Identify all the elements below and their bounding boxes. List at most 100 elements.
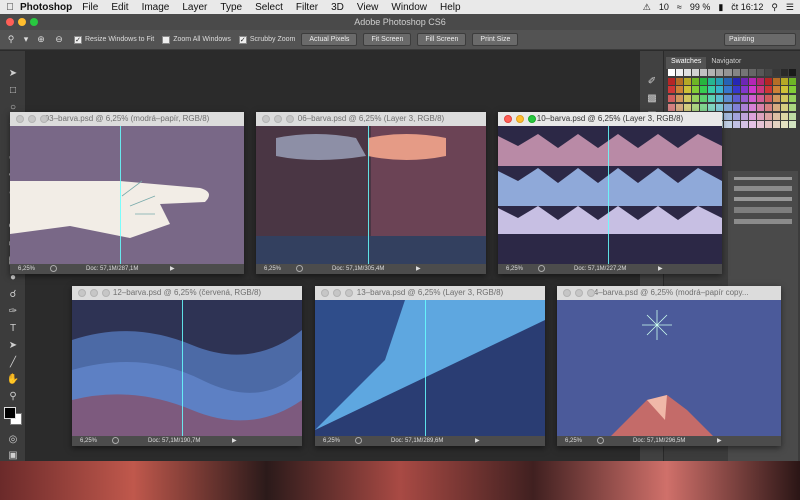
swatch[interactable] xyxy=(772,86,780,94)
status-menu-arrow-icon[interactable]: ▶ xyxy=(475,436,480,446)
document-canvas[interactable] xyxy=(72,300,302,436)
maximize-icon[interactable] xyxy=(286,115,294,123)
minimize-icon[interactable] xyxy=(90,289,98,297)
swatch[interactable] xyxy=(724,86,732,94)
menu-select[interactable]: Select xyxy=(255,2,283,13)
swatch[interactable] xyxy=(676,69,684,76)
quick-mask-icon[interactable]: ◎ xyxy=(0,431,26,448)
zoom-level[interactable]: 6,25% xyxy=(80,436,97,446)
document-titlebar[interactable]: 13–barva.psd @ 6,25% (Layer 3, RGB/8) xyxy=(315,286,545,300)
path-select-icon[interactable]: ➤ xyxy=(0,337,26,354)
zoom-level[interactable]: 6,25% xyxy=(323,436,340,446)
wifi-icon[interactable]: ≈ xyxy=(677,2,682,12)
document-window[interactable]: 14–barva.psd @ 6,25% (modrá–papír copy..… xyxy=(557,286,781,446)
swatch[interactable] xyxy=(764,77,772,85)
swatch[interactable] xyxy=(764,121,772,129)
swatch[interactable] xyxy=(732,103,740,111)
swatch[interactable] xyxy=(764,69,772,76)
swatch[interactable] xyxy=(676,77,684,85)
swatch[interactable] xyxy=(684,69,692,76)
line-tool-icon[interactable]: ╱ xyxy=(0,354,26,371)
swatch[interactable] xyxy=(716,77,724,85)
workspace-select[interactable]: Painting xyxy=(724,33,796,46)
swatch[interactable] xyxy=(668,95,676,103)
minimize-icon[interactable] xyxy=(28,115,36,123)
menu-layer[interactable]: Layer xyxy=(182,2,207,13)
swatch[interactable] xyxy=(748,69,756,76)
minimize-icon[interactable] xyxy=(575,289,583,297)
swatch[interactable] xyxy=(668,86,676,94)
swatch[interactable] xyxy=(684,95,692,103)
swatch[interactable] xyxy=(740,103,748,111)
maximize-icon[interactable] xyxy=(102,289,110,297)
swatch[interactable] xyxy=(740,95,748,103)
tab-swatches[interactable]: Swatches xyxy=(666,57,707,69)
swatch[interactable] xyxy=(740,77,748,85)
close-icon[interactable] xyxy=(504,115,512,123)
swatch[interactable] xyxy=(780,121,788,129)
swatch[interactable] xyxy=(788,77,796,85)
app-menu[interactable]: Photoshop xyxy=(20,2,72,13)
close-icon[interactable] xyxy=(321,289,329,297)
hand-tool-icon[interactable]: ✋ xyxy=(0,371,26,388)
swatch[interactable] xyxy=(716,69,724,76)
zoom-in-icon[interactable]: ⊕ xyxy=(34,33,48,47)
maximize-icon[interactable] xyxy=(30,18,38,26)
close-icon[interactable] xyxy=(78,289,86,297)
swatch[interactable] xyxy=(764,95,772,103)
swatch[interactable] xyxy=(756,86,764,94)
swatch[interactable] xyxy=(748,95,756,103)
swatch[interactable] xyxy=(732,86,740,94)
swatch[interactable] xyxy=(788,112,796,120)
swatch[interactable] xyxy=(772,77,780,85)
dropdown-icon[interactable]: ▾ xyxy=(22,33,30,47)
swatch[interactable] xyxy=(700,77,708,85)
zoom-tool-icon[interactable]: ⚲ xyxy=(0,388,26,405)
zoom-level[interactable]: 6,25% xyxy=(565,436,582,446)
swatch[interactable] xyxy=(788,86,796,94)
fill-screen-button[interactable]: Fill Screen xyxy=(417,33,467,46)
swatch[interactable] xyxy=(724,103,732,111)
swatch[interactable] xyxy=(748,77,756,85)
panel-icon-brush[interactable]: ✐ xyxy=(640,73,664,90)
swatch[interactable] xyxy=(708,69,716,76)
swatch[interactable] xyxy=(780,103,788,111)
swatch[interactable] xyxy=(676,103,684,111)
swatch[interactable] xyxy=(748,86,756,94)
swatch[interactable] xyxy=(780,77,788,85)
swatch[interactable] xyxy=(732,69,740,76)
zoom-level[interactable]: 6,25% xyxy=(18,264,35,274)
swatch[interactable] xyxy=(716,103,724,111)
document-titlebar[interactable]: 03–barva.psd @ 6,25% (modrá–papír, RGB/8… xyxy=(10,112,244,126)
status-icon[interactable] xyxy=(296,265,303,272)
swatch[interactable] xyxy=(724,112,732,120)
document-canvas[interactable] xyxy=(10,126,244,264)
swatch[interactable] xyxy=(756,121,764,129)
swatch[interactable] xyxy=(684,77,692,85)
swatch[interactable] xyxy=(692,69,700,76)
swatch[interactable] xyxy=(756,95,764,103)
swatch[interactable] xyxy=(668,69,676,76)
status-icon[interactable] xyxy=(597,437,604,444)
swatch[interactable] xyxy=(764,112,772,120)
menu-filter[interactable]: Filter xyxy=(296,2,318,13)
swatch[interactable] xyxy=(668,103,676,111)
swatch[interactable] xyxy=(780,86,788,94)
dodge-tool-icon[interactable]: ☌ xyxy=(0,286,26,303)
document-canvas[interactable] xyxy=(256,126,486,264)
swatch[interactable] xyxy=(724,77,732,85)
move-tool-icon[interactable]: ➤ xyxy=(0,65,26,82)
close-icon[interactable] xyxy=(16,115,24,123)
swatch[interactable] xyxy=(692,95,700,103)
swatch[interactable] xyxy=(748,121,756,129)
zoom-level[interactable]: 6,25% xyxy=(264,264,281,274)
document-canvas[interactable] xyxy=(498,126,722,264)
maximize-icon[interactable] xyxy=(40,115,48,123)
swatch[interactable] xyxy=(740,112,748,120)
menu-edit[interactable]: Edit xyxy=(111,2,128,13)
swatch[interactable] xyxy=(756,77,764,85)
maximize-icon[interactable] xyxy=(587,289,595,297)
swatch[interactable] xyxy=(740,86,748,94)
swatch[interactable] xyxy=(756,112,764,120)
menu-type[interactable]: Type xyxy=(220,2,242,13)
